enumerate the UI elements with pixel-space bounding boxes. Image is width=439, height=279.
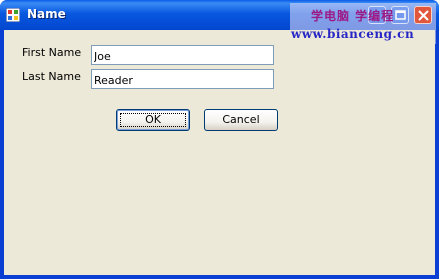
last-name-field[interactable]	[91, 69, 274, 89]
dialog-client-area: First Name Last Name OK Cancel	[4, 30, 435, 275]
close-icon	[418, 10, 429, 21]
close-button[interactable]	[414, 6, 432, 24]
ok-button-label: OK	[145, 113, 161, 126]
watermark-text-chinese: 学电脑 学编程	[311, 9, 395, 23]
windows-form-icon[interactable]	[6, 8, 20, 22]
cancel-button-label: Cancel	[222, 113, 260, 126]
ok-button[interactable]: OK	[116, 109, 190, 131]
maximize-icon	[395, 10, 406, 20]
window-title: Name	[27, 7, 66, 21]
dialog-window: Name 学电脑 学编程 First Name Last Name OK Can…	[0, 0, 439, 279]
last-name-label: Last Name	[22, 70, 81, 83]
first-name-field[interactable]	[91, 45, 274, 65]
first-name-label: First Name	[22, 46, 82, 59]
cancel-button[interactable]: Cancel	[204, 109, 278, 131]
watermark-text-url: www.bianceng.cn	[291, 27, 415, 41]
